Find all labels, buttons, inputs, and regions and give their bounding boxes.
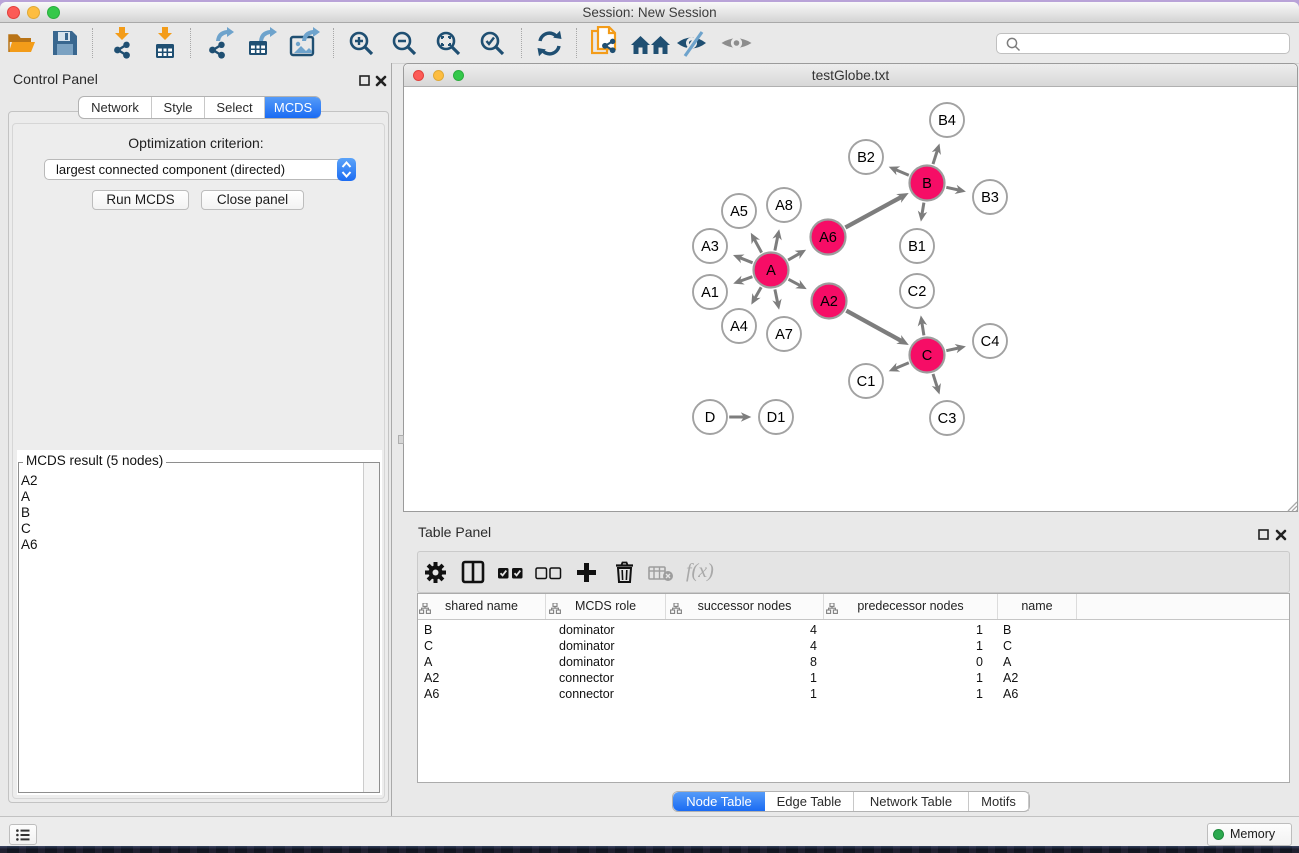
svg-text:B3: B3 [981, 190, 999, 206]
svg-text:A6: A6 [819, 230, 837, 246]
svg-text:A7: A7 [775, 327, 793, 343]
svg-text:A1: A1 [701, 285, 719, 301]
svg-text:C: C [922, 348, 933, 364]
svg-text:A2: A2 [820, 294, 838, 310]
svg-text:D1: D1 [767, 410, 786, 426]
svg-text:B1: B1 [908, 239, 926, 255]
svg-text:A: A [766, 263, 776, 279]
svg-text:C2: C2 [908, 284, 927, 300]
svg-text:C3: C3 [938, 411, 957, 427]
svg-text:A8: A8 [775, 198, 793, 214]
svg-text:C1: C1 [857, 374, 876, 390]
svg-text:B: B [922, 176, 932, 192]
svg-text:A3: A3 [701, 239, 719, 255]
svg-text:A5: A5 [730, 204, 748, 220]
svg-text:A4: A4 [730, 319, 748, 335]
svg-text:D: D [705, 410, 716, 426]
svg-text:C4: C4 [981, 334, 1000, 350]
svg-text:B2: B2 [857, 150, 875, 166]
svg-text:B4: B4 [938, 113, 956, 129]
